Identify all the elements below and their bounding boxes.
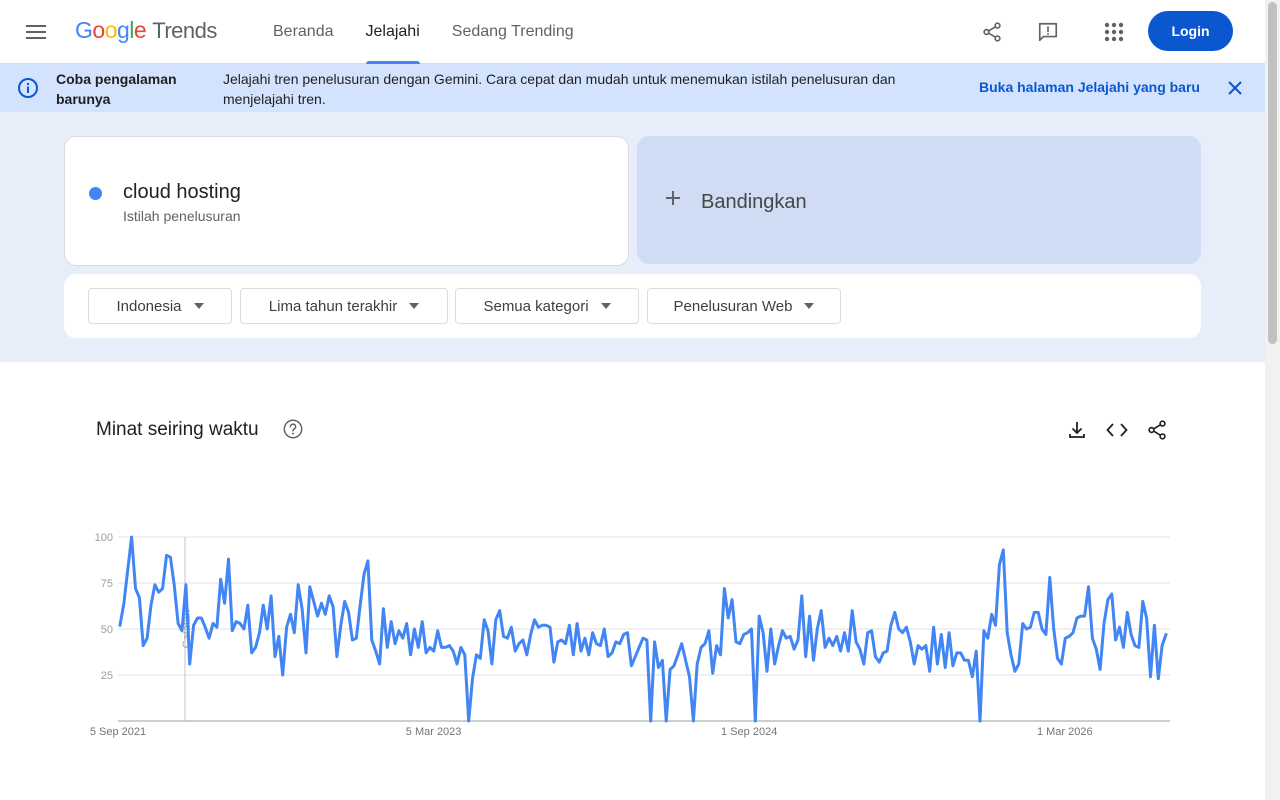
banner-text: Jelajahi tren penelusuran dengan Gemini.… <box>223 71 896 107</box>
x-tick-label: 1 Sep 2024 <box>721 726 777 738</box>
y-tick-label: 75 <box>101 578 113 590</box>
page-scrollbar[interactable] <box>1265 0 1280 800</box>
category-filter[interactable]: Semua kategori <box>455 288 639 324</box>
banner-title: Coba pengalaman barunya <box>56 71 177 107</box>
y-tick-label: 50 <box>101 624 113 636</box>
google-apps-button[interactable] <box>1094 12 1134 52</box>
feedback-button[interactable] <box>1028 12 1068 52</box>
time-range-filter[interactable]: Lima tahun terakhir <box>240 288 448 324</box>
search-terms-section: cloud hosting Istilah penelusuran Bandin… <box>0 112 1265 362</box>
info-icon <box>18 78 38 98</box>
search-term-card[interactable]: cloud hosting Istilah penelusuran <box>64 136 629 266</box>
share-button[interactable] <box>972 12 1012 52</box>
tab-beranda[interactable]: Beranda <box>257 0 350 64</box>
interest-over-time-card: Minat seiring waktu 25 50 75 100 5 Sep 2021 5… <box>64 387 1201 800</box>
search-type-filter[interactable]: Penelusuran Web <box>647 288 841 324</box>
banner-close-button[interactable] <box>1223 76 1247 100</box>
tab-sedang-trending[interactable]: Sedang Trending <box>436 0 590 64</box>
compare-card[interactable]: Bandingkan <box>637 136 1201 264</box>
close-icon <box>1228 81 1242 95</box>
compare-label: Bandingkan <box>701 191 807 213</box>
x-tick-label: 1 Mar 2026 <box>1037 726 1093 738</box>
y-tick-label: 100 <box>95 532 113 544</box>
share-icon <box>983 22 1001 42</box>
caret-down-icon <box>409 303 420 309</box>
apps-grid-icon <box>1104 22 1124 42</box>
caret-down-icon <box>600 303 611 309</box>
x-tick-label: 5 Mar 2023 <box>406 726 462 738</box>
y-tick-label: 25 <box>101 670 113 682</box>
main-nav: Beranda Jelajahi Sedang Trending <box>257 0 590 64</box>
top-app-bar: Go o g l e Trends Beranda Jelajahi Sedang Tre… <box>0 0 1265 64</box>
scrollbar-thumb[interactable] <box>1268 2 1277 344</box>
login-button[interactable]: Login <box>1148 11 1233 51</box>
tab-jelajahi[interactable]: Jelajahi <box>350 0 436 64</box>
x-tick-label: 5 Sep 2021 <box>90 726 146 738</box>
region-filter[interactable]: Indonesia <box>88 288 232 324</box>
term-color-dot <box>89 187 102 200</box>
interest-line-chart: 25 50 75 100 5 Sep 2021 5 Mar 2023 1 Sep 2024 1… <box>90 532 1170 738</box>
plus-icon <box>666 191 680 205</box>
search-term-type: Istilah penelusuran <box>123 208 241 224</box>
filters-bar: Indonesia Lima tahun terakhir Semua kate… <box>64 274 1201 338</box>
open-new-explore-link[interactable]: Buka halaman Jelajahi yang baru <box>979 79 1200 95</box>
feedback-icon <box>1038 22 1058 42</box>
hamburger-menu-icon <box>26 25 46 39</box>
caret-down-icon <box>193 303 204 309</box>
google-trends-logo[interactable]: Go o g l e Trends <box>75 17 217 49</box>
main-menu-button[interactable] <box>18 14 54 50</box>
search-term-name: cloud hosting <box>123 181 241 203</box>
caret-down-icon <box>804 303 815 309</box>
explore-banner: Coba pengalaman barunya Jelajahi tren pe… <box>0 64 1265 112</box>
